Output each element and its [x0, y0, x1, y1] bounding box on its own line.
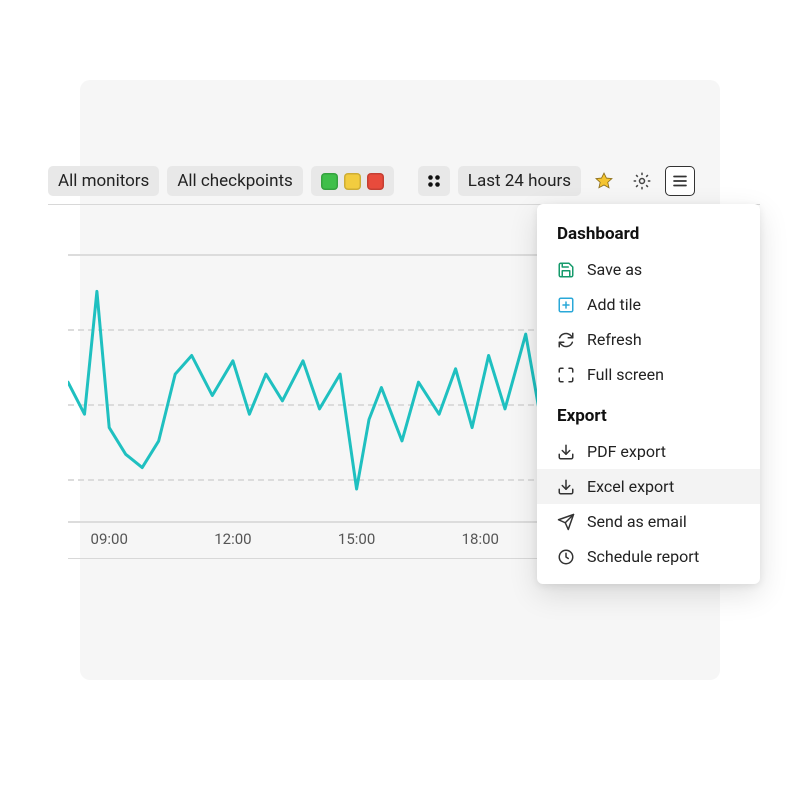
status-yellow-icon — [344, 173, 361, 190]
star-icon — [594, 171, 614, 191]
timerange-label: Last 24 hours — [468, 171, 571, 191]
menu-button[interactable] — [665, 166, 695, 196]
chart-bottom-divider — [68, 558, 604, 559]
toolbar: All monitors All checkpoints Last 24 hou… — [48, 166, 760, 196]
send-email-label: Send as email — [587, 512, 687, 531]
checkpoints-filter[interactable]: All checkpoints — [167, 166, 302, 196]
hamburger-dropdown: Dashboard Save as Add tile — [537, 204, 760, 584]
pdf-export-label: PDF export — [587, 442, 666, 461]
monitors-filter-label: All monitors — [58, 171, 149, 191]
save-as-label: Save as — [587, 260, 642, 279]
x-axis-tick-label: 18:00 — [462, 530, 499, 548]
add-tile-item[interactable]: Add tile — [537, 287, 760, 322]
status-filter[interactable] — [311, 166, 394, 196]
clock-icon — [557, 548, 575, 566]
excel-export-item[interactable]: Excel export — [537, 469, 760, 504]
refresh-icon — [557, 331, 575, 349]
save-as-item[interactable]: Save as — [537, 252, 760, 287]
download-icon — [557, 478, 575, 496]
monitors-filter[interactable]: All monitors — [48, 166, 159, 196]
send-icon — [557, 513, 575, 531]
favorite-button[interactable] — [589, 166, 619, 196]
plus-square-icon — [557, 296, 575, 314]
refresh-label: Refresh — [587, 330, 642, 349]
x-axis-tick-label: 15:00 — [338, 530, 375, 548]
timerange-filter[interactable]: Last 24 hours — [458, 166, 581, 196]
settings-button[interactable] — [627, 166, 657, 196]
send-email-item[interactable]: Send as email — [537, 504, 760, 539]
grid-icon — [426, 173, 442, 189]
full-screen-label: Full screen — [587, 365, 664, 384]
excel-export-label: Excel export — [587, 477, 674, 496]
view-grid-button[interactable] — [418, 166, 450, 196]
hamburger-icon — [671, 172, 689, 190]
chart-area — [68, 254, 604, 554]
add-tile-label: Add tile — [587, 295, 641, 314]
x-axis-labels: 09:00 12:00 15:00 18:00 — [68, 530, 604, 550]
full-screen-item[interactable]: Full screen — [537, 357, 760, 392]
dropdown-section-dashboard: Dashboard — [537, 220, 760, 252]
checkpoints-filter-label: All checkpoints — [177, 171, 292, 191]
save-icon — [557, 261, 575, 279]
download-icon — [557, 443, 575, 461]
schedule-report-item[interactable]: Schedule report — [537, 539, 760, 574]
status-green-icon — [321, 173, 338, 190]
schedule-report-label: Schedule report — [587, 547, 699, 566]
gear-icon — [632, 171, 652, 191]
refresh-item[interactable]: Refresh — [537, 322, 760, 357]
x-axis-tick-label: 09:00 — [91, 530, 128, 548]
dropdown-section-export: Export — [537, 402, 760, 434]
x-axis-tick-label: 12:00 — [214, 530, 251, 548]
line-chart — [68, 254, 604, 554]
fullscreen-icon — [557, 366, 575, 384]
pdf-export-item[interactable]: PDF export — [537, 434, 760, 469]
status-red-icon — [367, 173, 384, 190]
